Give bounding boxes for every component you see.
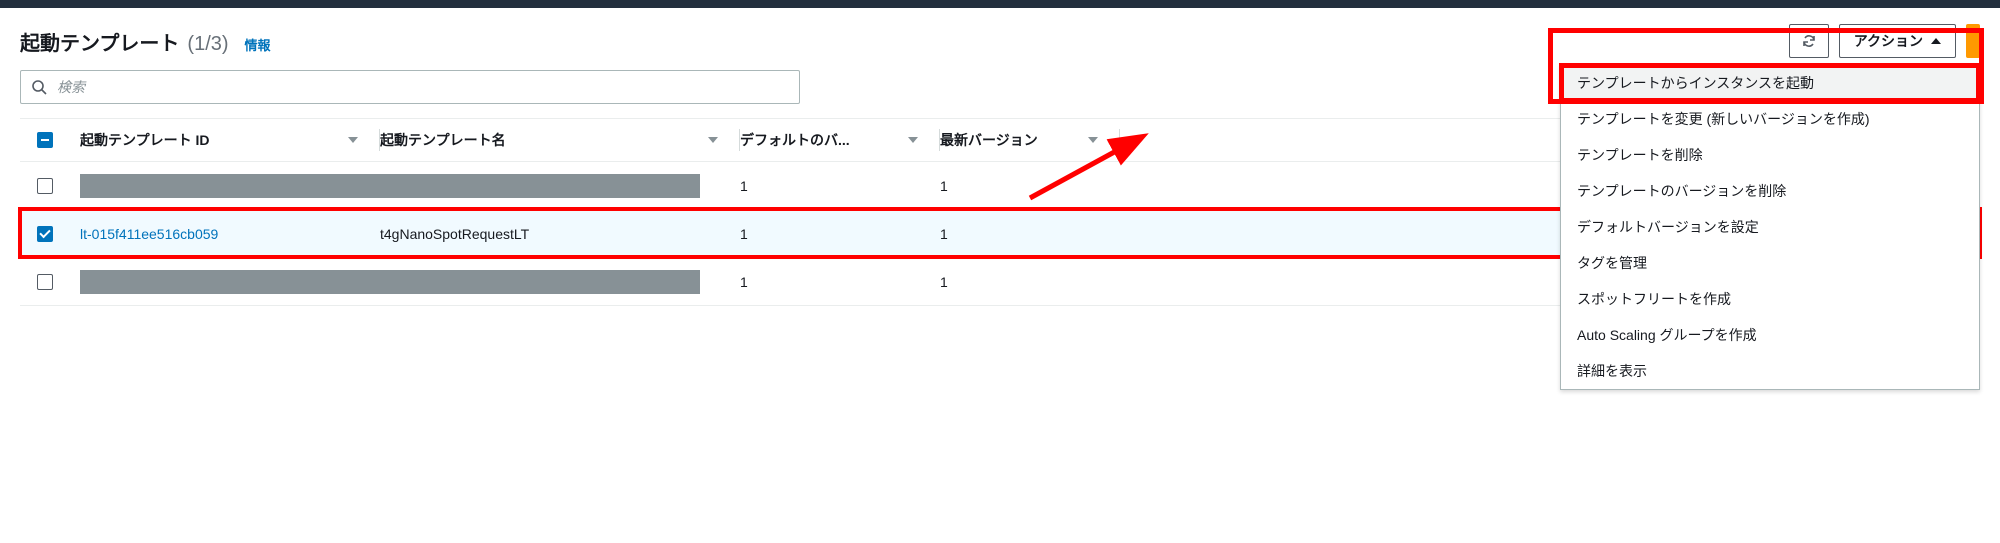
menu-item-manage-tags[interactable]: タグを管理 [1561,245,1979,281]
column-header-latest-version-label: 最新バージョン [940,130,1038,150]
sort-icon [348,137,358,143]
page-title: 起動テンプレート [20,27,179,56]
select-all-checkbox[interactable] [37,132,53,148]
info-link[interactable]: 情報 [245,35,271,54]
default-version-cell: 1 [740,178,748,194]
page-header: 起動テンプレート (1/3) 情報 アクション [20,24,1980,58]
actions-dropdown-menu: テンプレートからインスタンスを起動 テンプレートを変更 (新しいバージョンを作成… [1560,64,1980,390]
global-nav-bar [0,0,2000,8]
column-header-id[interactable]: 起動テンプレート ID [80,119,380,161]
search-icon [31,79,47,95]
refresh-icon [1801,33,1817,49]
refresh-button[interactable] [1789,24,1829,58]
column-header-latest-version[interactable]: 最新バージョン [940,119,1120,161]
menu-item-launch-instance[interactable]: テンプレートからインスタンスを起動 [1561,65,1979,101]
create-launch-template-button[interactable] [1966,24,1980,58]
row-checkbox[interactable] [37,274,53,290]
menu-item-view-details[interactable]: 詳細を表示 [1561,353,1979,389]
latest-version-cell: 1 [940,178,948,194]
search-container[interactable] [20,70,800,104]
column-header-name-label: 起動テンプレート名 [380,130,506,150]
menu-item-delete-version[interactable]: テンプレートのバージョンを削除 [1561,173,1979,209]
caret-up-icon [1931,38,1941,44]
selection-count: (1/3) [187,33,228,56]
column-header-default-version-label: デフォルトのバ... [740,130,850,150]
latest-version-cell: 1 [940,226,948,242]
sort-icon [1088,137,1098,143]
redacted-cell [80,174,700,198]
default-version-cell: 1 [740,226,748,242]
sort-icon [708,137,718,143]
sort-icon [908,137,918,143]
menu-item-modify-template[interactable]: テンプレートを変更 (新しいバージョンを作成) [1561,101,1979,137]
column-header-default-version[interactable]: デフォルトのバ... [740,119,940,161]
row-checkbox[interactable] [37,178,53,194]
default-version-cell: 1 [740,274,748,290]
actions-label: アクション [1854,31,1923,51]
column-header-name[interactable]: 起動テンプレート名 [380,119,740,161]
redacted-cell [80,270,700,294]
template-name-cell: t4gNanoSpotRequestLT [380,226,529,242]
menu-item-create-spot-fleet[interactable]: スポットフリートを作成 [1561,281,1979,317]
search-input[interactable] [55,78,789,96]
menu-item-create-asg[interactable]: Auto Scaling グループを作成 [1561,317,1979,353]
column-header-id-label: 起動テンプレート ID [80,130,209,150]
actions-dropdown-button[interactable]: アクション [1839,24,1956,58]
latest-version-cell: 1 [940,274,948,290]
template-id-link[interactable]: lt-015f411ee516cb059 [80,226,218,242]
menu-item-delete-template[interactable]: テンプレートを削除 [1561,137,1979,173]
row-checkbox[interactable] [37,226,53,242]
menu-item-set-default-version[interactable]: デフォルトバージョンを設定 [1561,209,1979,245]
